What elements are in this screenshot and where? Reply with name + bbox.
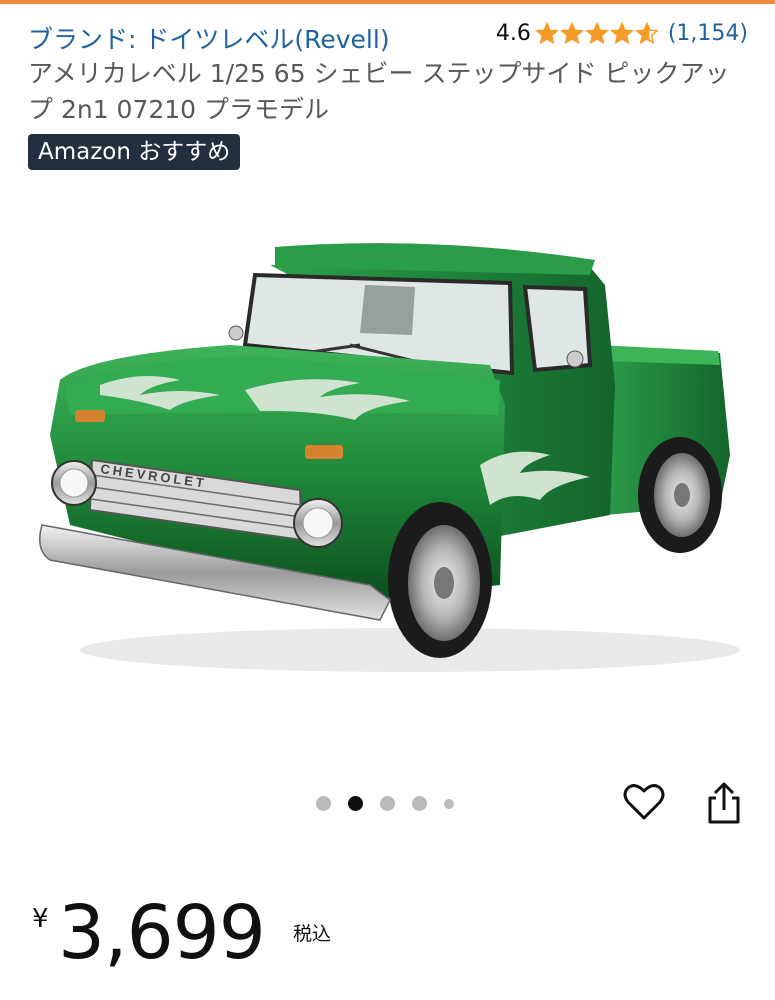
turn-signal-right — [305, 445, 343, 459]
product-image[interactable]: CHEVROLET — [30, 205, 750, 675]
carousel-dot[interactable] — [348, 796, 363, 811]
brand-link[interactable]: ブランド: ドイツレベル(Revell) — [28, 20, 390, 56]
brand-rating-row: ブランド: ドイツレベル(Revell) 4.6 (1,154) — [28, 18, 748, 54]
left-mirror — [228, 325, 244, 341]
carousel-dot[interactable] — [412, 796, 427, 811]
headlight-left — [51, 460, 97, 506]
heart-outline-icon — [623, 784, 665, 820]
rating-summary[interactable]: 4.6 (1,154) — [496, 21, 748, 46]
rating-count-link[interactable]: (1,154) — [668, 21, 748, 46]
carousel-dot[interactable] — [316, 796, 331, 811]
star-icon — [634, 21, 659, 44]
tax-included-label: 税込 — [293, 923, 332, 945]
turn-signal-left — [75, 410, 105, 422]
front-wheel — [388, 502, 492, 658]
price-value: 3,699 — [58, 890, 266, 976]
carousel-dot[interactable] — [444, 798, 454, 809]
image-carousel-indicator[interactable] — [316, 796, 471, 811]
product-title: アメリカレベル 1/25 65 シェビー ステップサイド ピックアップ 2n1 … — [28, 59, 730, 124]
carousel-dot[interactable] — [380, 796, 395, 811]
share-button[interactable] — [702, 780, 746, 826]
currency-symbol: ¥ — [32, 904, 49, 934]
star-icon — [534, 21, 559, 44]
wishlist-button[interactable] — [622, 780, 666, 824]
star-icon — [559, 21, 584, 44]
rating-value: 4.6 — [495, 21, 531, 46]
share-icon — [708, 782, 740, 824]
top-accent-line — [0, 0, 775, 4]
star-icon — [584, 21, 609, 44]
right-mirror — [566, 350, 584, 368]
rear-wheel — [638, 437, 722, 553]
star-icon — [609, 21, 634, 44]
amazon-choice-badge: Amazon おすすめ — [28, 134, 241, 170]
headlight-right — [293, 498, 343, 548]
star-rating — [534, 21, 660, 46]
